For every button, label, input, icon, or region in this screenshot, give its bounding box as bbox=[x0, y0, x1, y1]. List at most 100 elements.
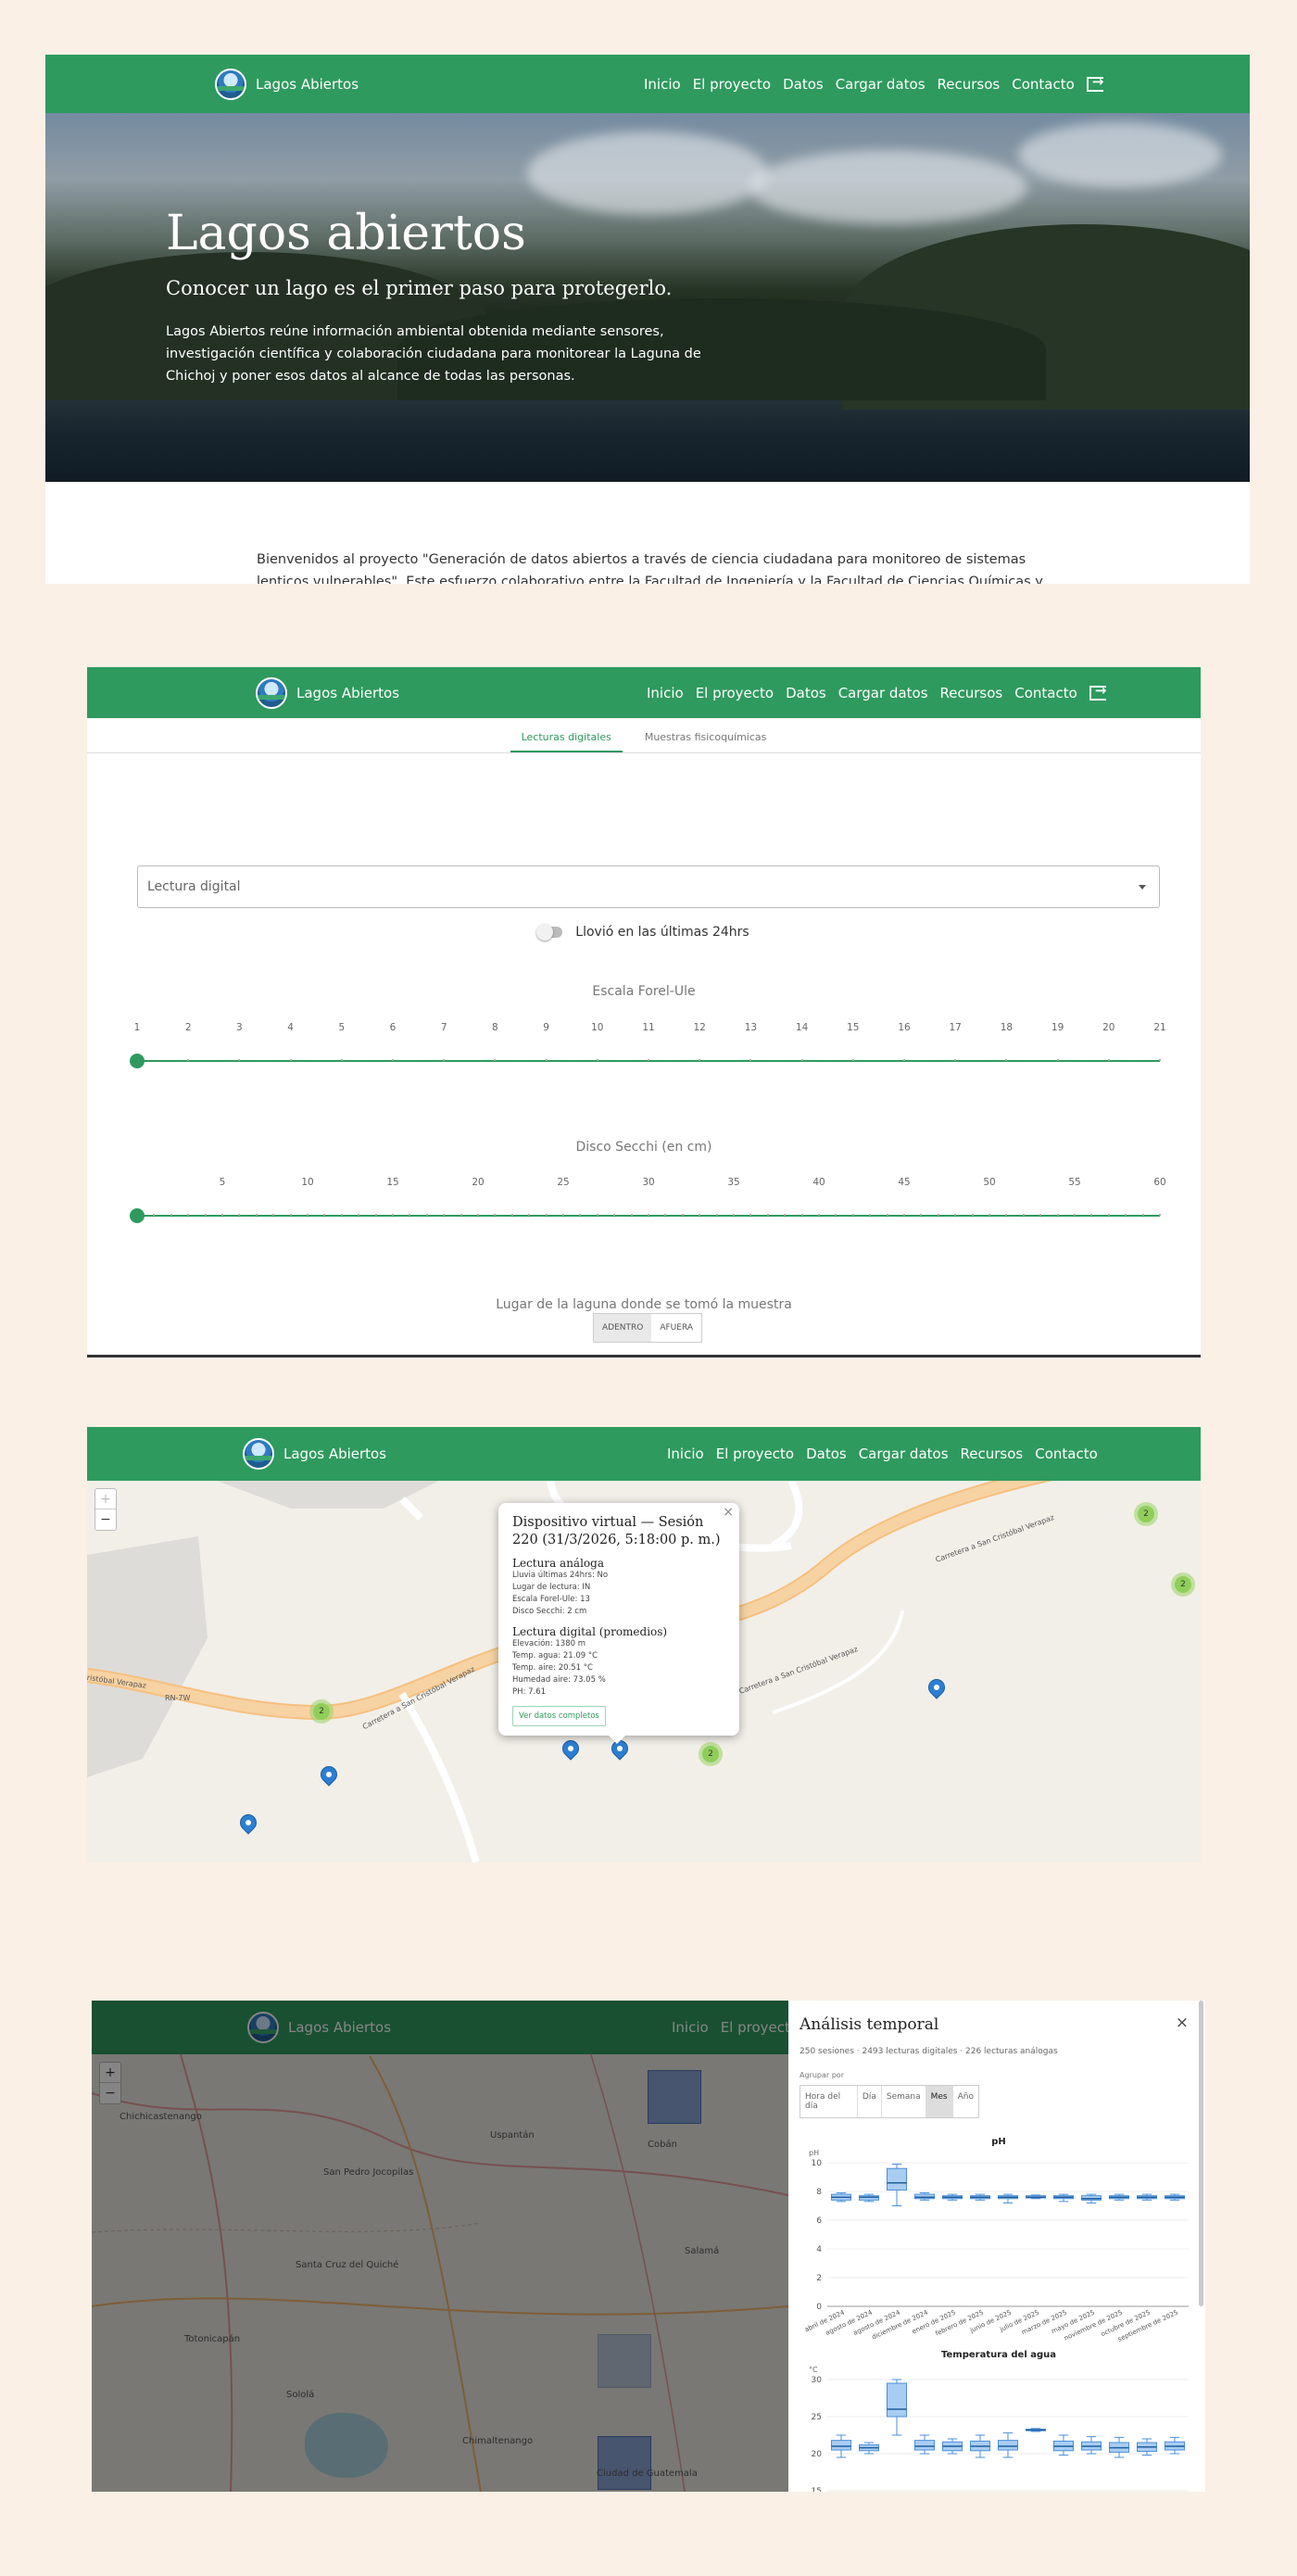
slider-step-dot bbox=[289, 1214, 292, 1216]
digital-line: Humedad aire: 73.05 % bbox=[512, 1675, 606, 1685]
y-tick-label: 25 bbox=[812, 2413, 822, 2422]
region-map[interactable]: Chichicastenango Santa Cruz del Quiché T… bbox=[92, 2001, 788, 2492]
nav-recursos[interactable]: Recursos bbox=[938, 76, 1001, 93]
slider-tick-label: 55 bbox=[1068, 1177, 1081, 1188]
nav-el-proyecto[interactable]: El proyecto bbox=[693, 76, 771, 93]
slider-step-dot bbox=[903, 1059, 905, 1061]
brand-name: Lagos Abiertos bbox=[256, 75, 359, 93]
box-body bbox=[914, 2193, 935, 2200]
slider-step-dot bbox=[409, 1214, 411, 1216]
zoom-in-button[interactable]: + bbox=[95, 1489, 116, 1509]
modal-overlay[interactable] bbox=[92, 2001, 788, 2492]
slider-step-dot bbox=[1159, 1214, 1161, 1216]
slider-step-dot bbox=[971, 1214, 974, 1216]
secchi-slider-handle[interactable] bbox=[130, 1208, 145, 1223]
view-full-data-button[interactable]: Ver datos completos bbox=[512, 1706, 606, 1726]
slider-tick-label: 13 bbox=[744, 1022, 758, 1033]
nav-el-proyecto[interactable]: El proyecto bbox=[716, 1446, 794, 1462]
slider-tick-label: 60 bbox=[1153, 1177, 1166, 1188]
slider-tick-label: 17 bbox=[949, 1022, 962, 1033]
reading-type-select[interactable]: Lectura digital bbox=[137, 865, 1160, 908]
forel-ule-slider-handle[interactable] bbox=[130, 1054, 145, 1068]
slider-tick-label: 20 bbox=[1102, 1022, 1115, 1033]
logout-icon[interactable] bbox=[1089, 682, 1106, 701]
upload-form-panel: Lagos Abiertos Inicio El proyecto Datos … bbox=[87, 667, 1201, 1357]
slider-tick-label: 40 bbox=[812, 1177, 825, 1188]
nav-recursos[interactable]: Recursos bbox=[961, 1446, 1024, 1462]
logout-icon[interactable] bbox=[1086, 73, 1103, 92]
scrollbar[interactable] bbox=[1199, 2001, 1203, 2306]
secchi-slider[interactable] bbox=[136, 1214, 1161, 1217]
nav-datos[interactable]: Datos bbox=[783, 76, 824, 93]
close-icon[interactable]: × bbox=[1176, 2014, 1189, 2032]
slider-step-dot bbox=[528, 1214, 531, 1216]
forel-ule-slider[interactable] bbox=[136, 1059, 1161, 1062]
close-icon[interactable]: × bbox=[723, 1505, 734, 1520]
slider-tick-label: 15 bbox=[847, 1022, 860, 1033]
hero-title: Lagos abiertos bbox=[166, 206, 526, 261]
nav-cargar-datos[interactable]: Cargar datos bbox=[859, 1446, 949, 1462]
navbar: Lagos Abiertos Inicio El proyecto Datos … bbox=[87, 1427, 1201, 1481]
nav-datos[interactable]: Datos bbox=[806, 1446, 847, 1462]
marker-cluster[interactable]: 2 bbox=[699, 1742, 723, 1766]
brand-name: Lagos Abiertos bbox=[283, 1446, 387, 1462]
nav-recursos[interactable]: Recursos bbox=[940, 685, 1003, 701]
slider-step-dot bbox=[954, 1059, 957, 1061]
marker-cluster[interactable]: 2 bbox=[309, 1699, 334, 1724]
y-tick-label: 10 bbox=[812, 2159, 823, 2168]
slider-step-dot bbox=[596, 1214, 598, 1216]
slider-tick-label: 21 bbox=[1153, 1022, 1166, 1033]
slider-tick-label: 1 bbox=[133, 1022, 141, 1033]
slider-tick-label: 3 bbox=[236, 1022, 243, 1033]
group-hora-button[interactable]: Hora del día bbox=[800, 2086, 858, 2117]
slider-step-dot bbox=[340, 1059, 343, 1061]
marker-cluster[interactable]: 2 bbox=[1171, 1572, 1195, 1597]
slider-step-dot bbox=[494, 1214, 497, 1216]
y-tick-label: 20 bbox=[812, 2450, 823, 2459]
rain-toggle-row: Llovió en las últimas 24hrs bbox=[87, 924, 1201, 941]
rain-toggle[interactable] bbox=[536, 924, 563, 941]
tab-muestras-fisicoquimicas[interactable]: Muestras fisicoquímicas bbox=[634, 718, 778, 752]
group-dia-button[interactable]: Día bbox=[858, 2086, 882, 2117]
group-ano-button[interactable]: Año bbox=[953, 2086, 978, 2117]
nav-el-proyecto[interactable]: El proyecto bbox=[696, 685, 774, 701]
slider-step-dot bbox=[596, 1059, 598, 1061]
group-semana-button[interactable]: Semana bbox=[882, 2086, 926, 2117]
y-tick-label: 2 bbox=[816, 2274, 822, 2283]
nav-inicio[interactable]: Inicio bbox=[644, 76, 681, 93]
brand[interactable]: Lagos Abiertos bbox=[215, 68, 359, 100]
nav-inicio[interactable]: Inicio bbox=[647, 685, 684, 701]
slider-step-dot bbox=[477, 1214, 479, 1216]
slider-step-dot bbox=[903, 1214, 905, 1216]
box-body bbox=[887, 2167, 907, 2191]
place-afuera-button[interactable]: AFUERA bbox=[651, 1314, 701, 1342]
hero-banner: Lagos abiertos Conocer un lago es el pri… bbox=[45, 113, 1250, 482]
rain-toggle-label: Llovió en las últimas 24hrs bbox=[575, 925, 749, 940]
nav-cargar-datos[interactable]: Cargar datos bbox=[838, 685, 928, 701]
slider-tick-label: 15 bbox=[386, 1177, 399, 1188]
map-canvas[interactable]: Carretera a San Cristóbal Verapaz Carret… bbox=[87, 1481, 1201, 1863]
nav-contacto[interactable]: Contacto bbox=[1014, 685, 1077, 701]
brand[interactable]: Lagos Abiertos bbox=[243, 1438, 386, 1470]
group-mes-button[interactable]: Mes bbox=[926, 2086, 953, 2117]
nav-cargar-datos[interactable]: Cargar datos bbox=[836, 76, 926, 93]
brand[interactable]: Lagos Abiertos bbox=[256, 676, 399, 709]
slider-tick-label: 30 bbox=[642, 1177, 655, 1188]
slider-tick-label: 50 bbox=[983, 1177, 996, 1188]
place-adentro-button[interactable]: ADENTRO bbox=[594, 1314, 652, 1342]
slider-step-dot bbox=[886, 1214, 888, 1216]
nav-inicio[interactable]: Inicio bbox=[667, 1446, 704, 1462]
zoom-out-button[interactable]: − bbox=[95, 1509, 116, 1530]
slider-tick-label: 2 bbox=[184, 1022, 192, 1033]
tab-lecturas-digitales[interactable]: Lecturas digitales bbox=[510, 718, 623, 752]
slider-step-dot bbox=[307, 1214, 309, 1216]
slider-step-dot bbox=[238, 1059, 241, 1061]
marker-cluster[interactable]: 2 bbox=[1134, 1502, 1158, 1526]
nav-contacto[interactable]: Contacto bbox=[1012, 76, 1075, 93]
slider-step-dot bbox=[340, 1214, 343, 1216]
nav-contacto[interactable]: Contacto bbox=[1035, 1446, 1098, 1462]
slider-tick-label: 10 bbox=[591, 1022, 604, 1033]
nav-datos[interactable]: Datos bbox=[786, 685, 826, 701]
zoom-control: + − bbox=[94, 1488, 117, 1531]
slider-step-dot bbox=[1107, 1059, 1110, 1061]
